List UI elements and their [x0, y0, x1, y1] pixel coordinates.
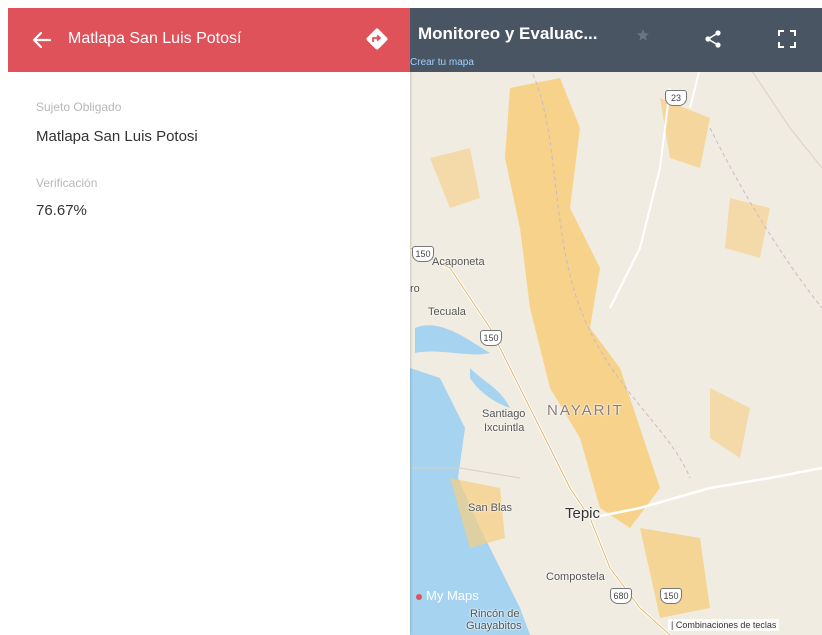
route-shield-150-south: 150 [660, 588, 682, 604]
map-header: Monitoreo y Evaluac... Crear tu mapa [410, 8, 822, 72]
map-title[interactable]: Monitoreo y Evaluac... [418, 24, 598, 44]
verification-value: 76.67% [36, 202, 87, 219]
keyboard-shortcuts-link[interactable]: | Combinaciones de teclas [668, 619, 780, 631]
map-view[interactable]: Acaponeta Tecuala Santiago Ixcuintla NAY… [410, 8, 822, 635]
my-maps-label: My Maps [426, 588, 479, 603]
panel-title: Matlapa San Luis Potosí [68, 30, 242, 47]
route-shield-150-north: 150 [412, 246, 434, 262]
my-maps-logo-icon [416, 593, 422, 600]
back-arrow-icon[interactable] [28, 26, 56, 54]
share-icon[interactable] [702, 28, 724, 50]
place-compostela: Compostela [546, 571, 605, 583]
place-ixcuintla: Ixcuintla [484, 422, 525, 434]
map-canvas[interactable] [410, 8, 822, 635]
place-rincon-de: Rincón de [470, 608, 520, 620]
fullscreen-icon[interactable] [776, 28, 798, 50]
route-shield-680: 680 [610, 588, 632, 604]
place-fragment-ro: ro [410, 283, 420, 295]
place-tecuala: Tecuala [428, 306, 466, 318]
panel-header: Matlapa San Luis Potosí [8, 8, 410, 72]
place-nayarit: NAYARIT [547, 402, 624, 419]
verification-label: Verificación [36, 176, 98, 190]
place-acaponeta: Acaponeta [432, 256, 485, 268]
subject-value: Matlapa San Luis Potosi [36, 128, 198, 145]
create-map-link[interactable]: Crear tu mapa [410, 57, 474, 68]
place-tepic: Tepic [565, 505, 601, 522]
star-icon[interactable] [636, 28, 650, 42]
directions-icon[interactable] [364, 26, 390, 52]
place-san-blas: San Blas [468, 502, 513, 514]
info-panel: Matlapa San Luis Potosí Sujeto Obligado … [8, 8, 410, 635]
place-guayabitos: Guayabitos [466, 620, 522, 632]
subject-label: Sujeto Obligado [36, 100, 122, 114]
route-shield-23: 23 [665, 90, 687, 106]
my-maps-brand: My Maps [416, 588, 479, 603]
route-shield-150-tecuala: 150 [480, 330, 502, 346]
place-santiago: Santiago [482, 408, 526, 420]
app-frame: Matlapa San Luis Potosí Sujeto Obligado … [8, 8, 822, 635]
